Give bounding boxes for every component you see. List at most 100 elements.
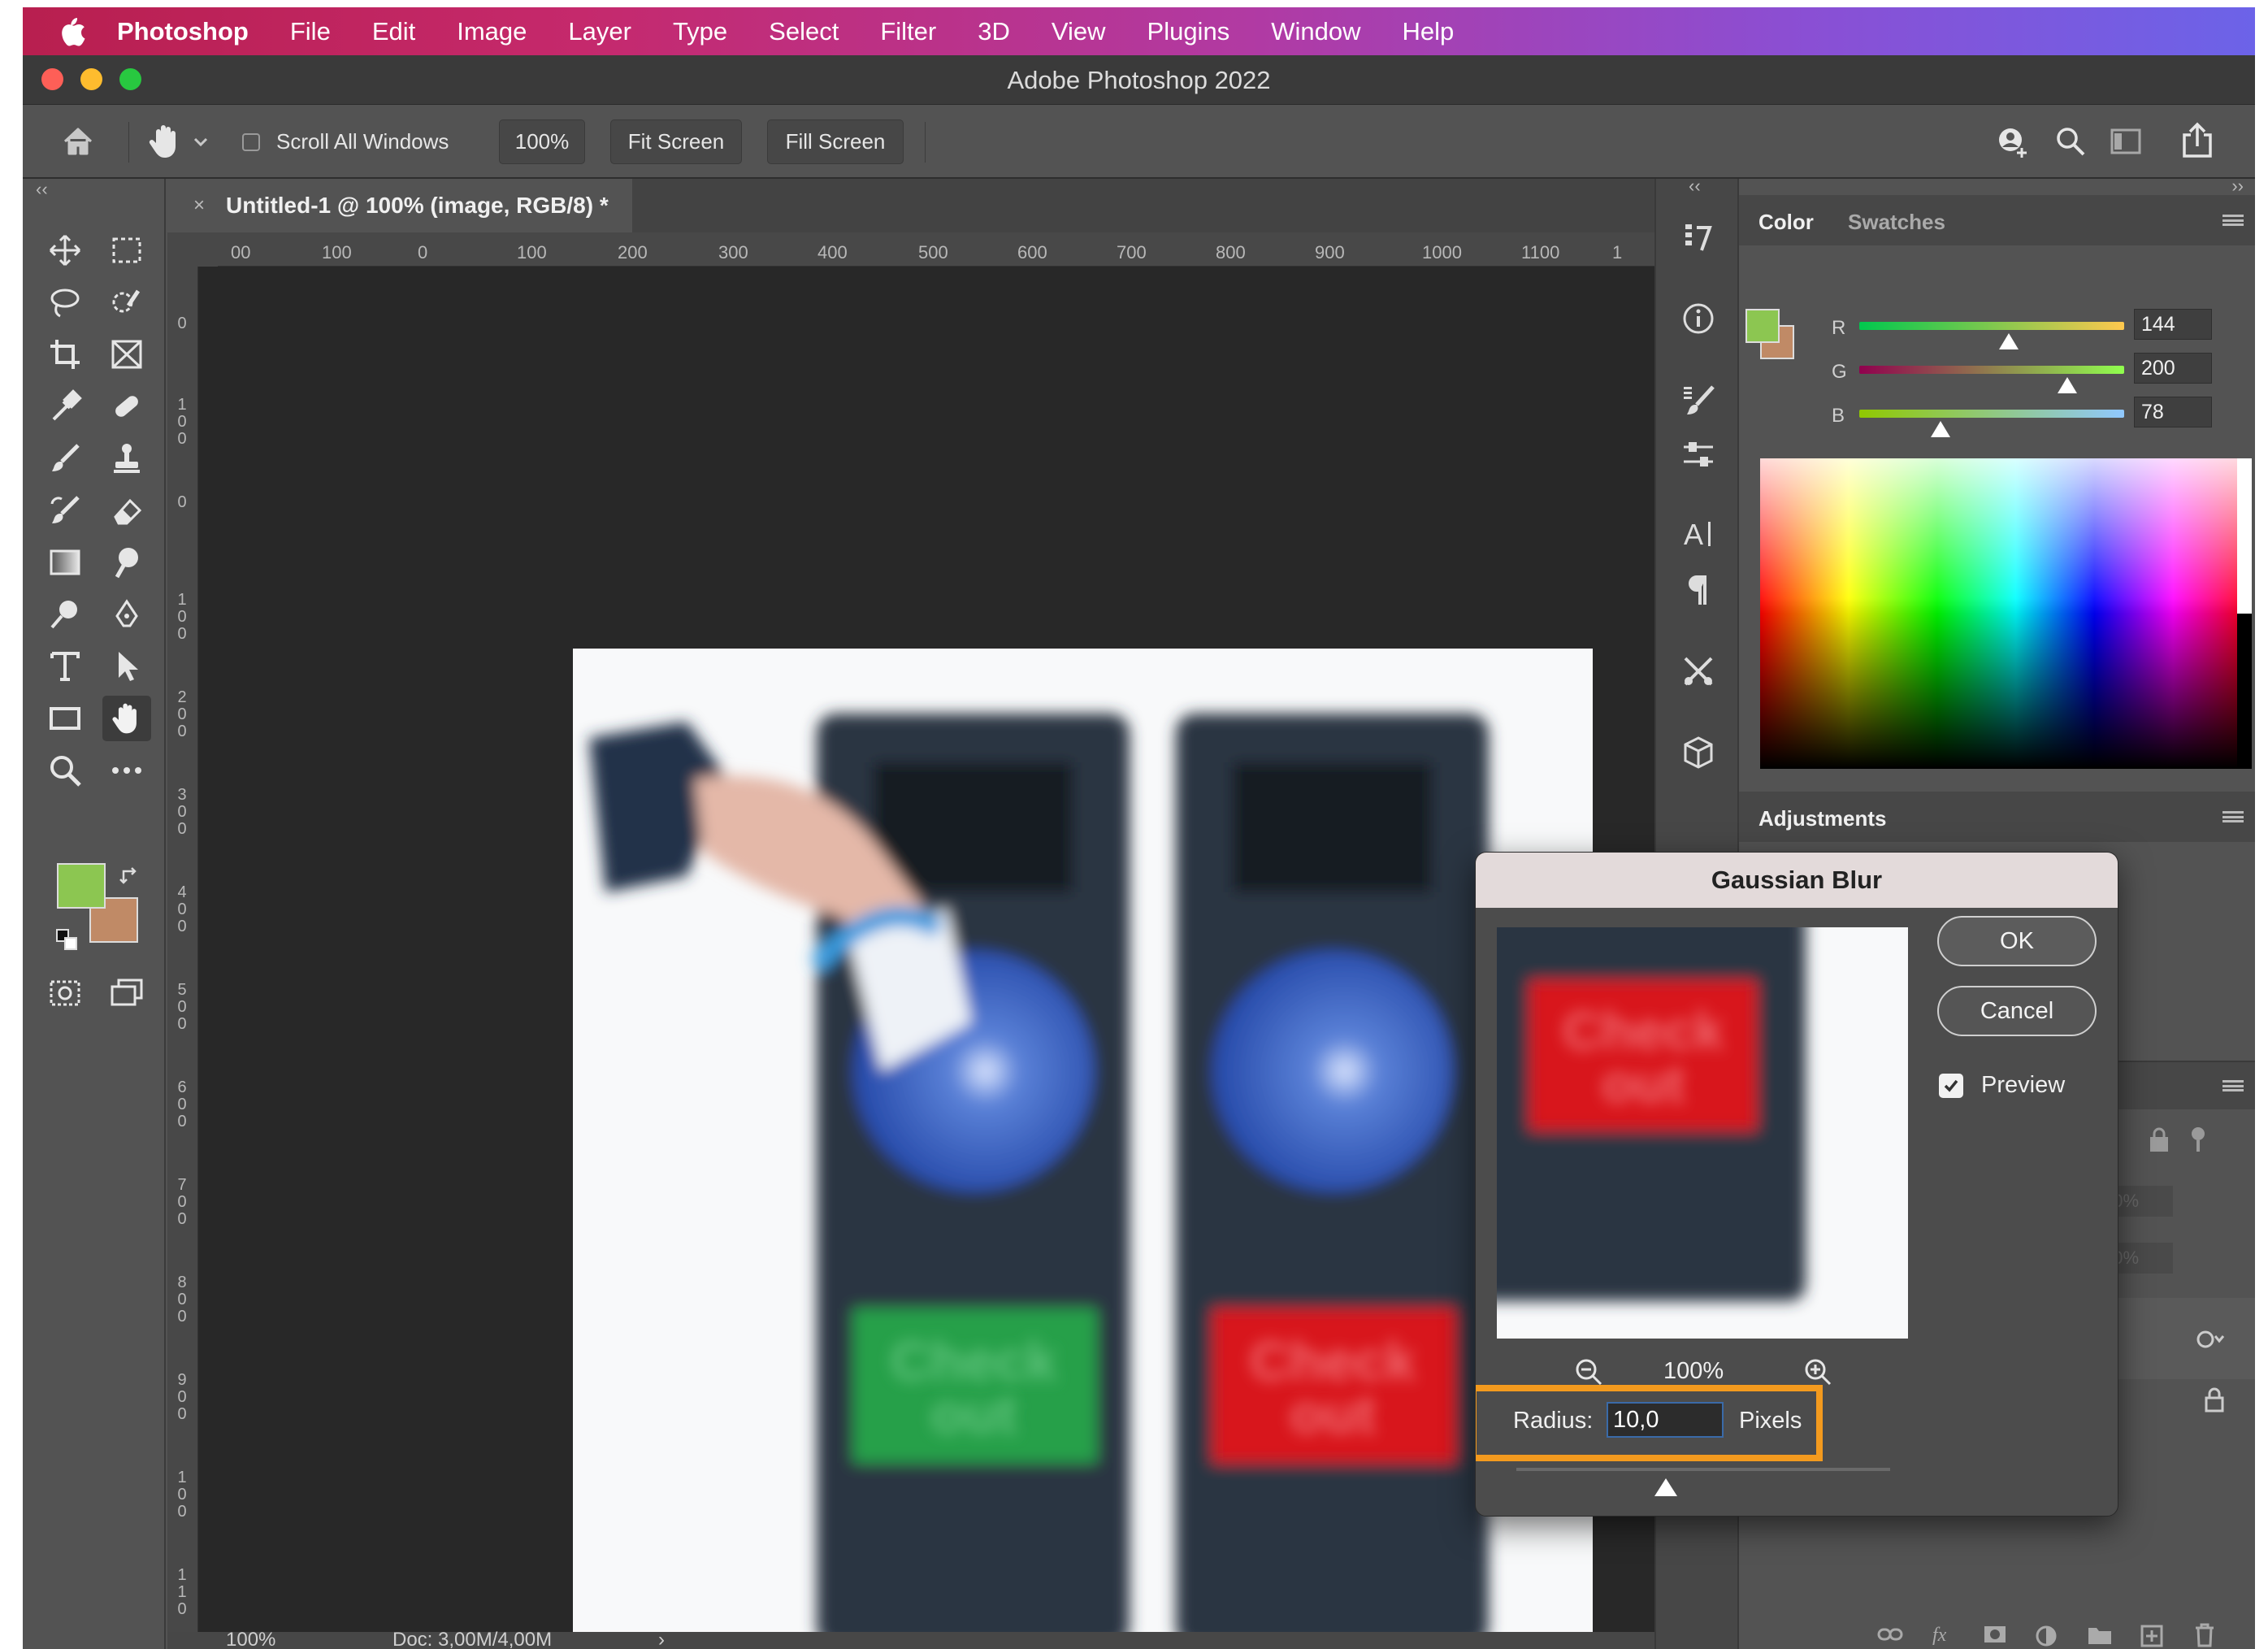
tools-presets-icon[interactable] xyxy=(1680,653,1716,689)
scroll-all-windows-checkbox[interactable] xyxy=(242,133,260,151)
black-white-ramp[interactable] xyxy=(2237,458,2252,769)
smudge-tool[interactable] xyxy=(102,540,151,585)
radius-slider[interactable] xyxy=(1516,1468,1890,1471)
pen-tool[interactable] xyxy=(102,592,151,637)
history-brush-tool[interactable] xyxy=(41,488,89,533)
healing-brush-tool[interactable] xyxy=(102,384,151,429)
zoom-out-icon[interactable] xyxy=(1573,1356,1604,1387)
new-group-icon[interactable] xyxy=(2087,1625,2113,1646)
close-tab-icon[interactable]: × xyxy=(193,194,205,217)
home-icon[interactable] xyxy=(60,124,96,159)
character-icon[interactable]: A xyxy=(1680,515,1716,551)
canvas-area[interactable]: Check out Check out xyxy=(198,267,1654,1649)
menu-3d[interactable]: 3D xyxy=(978,17,1010,46)
green-slider[interactable] xyxy=(1859,366,2124,374)
expand-panels-icon[interactable]: ›› xyxy=(2231,176,2244,197)
swap-colors-icon[interactable] xyxy=(119,865,141,887)
new-layer-icon[interactable] xyxy=(2140,1625,2163,1647)
zoom-in-icon[interactable] xyxy=(1802,1356,1833,1387)
rectangle-tool[interactable] xyxy=(41,696,89,741)
menu-plugins[interactable]: Plugins xyxy=(1147,17,1230,46)
menu-view[interactable]: View xyxy=(1052,17,1106,46)
collapse-strip-icon[interactable]: ‹‹ xyxy=(1689,176,1701,197)
red-slider-thumb[interactable] xyxy=(1999,333,2019,349)
blur-preview[interactable]: Check out xyxy=(1497,927,1908,1339)
radius-slider-thumb[interactable] xyxy=(1654,1478,1677,1496)
zoom-level-field[interactable]: 100% xyxy=(499,119,585,164)
fit-screen-button[interactable]: Fit Screen xyxy=(610,119,742,164)
menu-help[interactable]: Help xyxy=(1402,17,1454,46)
menu-image[interactable]: Image xyxy=(457,17,527,46)
link-layers-icon[interactable] xyxy=(1877,1625,1903,1644)
color-spectrum[interactable] xyxy=(1760,458,2252,769)
share-icon[interactable] xyxy=(2179,122,2215,159)
layer-mask-icon[interactable] xyxy=(1983,1625,2007,1644)
lock-brush-icon[interactable] xyxy=(2188,1126,2209,1153)
menu-edit[interactable]: Edit xyxy=(372,17,415,46)
cancel-button[interactable]: Cancel xyxy=(1937,986,2097,1036)
dodge-tool[interactable] xyxy=(41,592,89,637)
layers-menu-icon[interactable] xyxy=(2222,1080,2244,1091)
adjustments-title[interactable]: Adjustments xyxy=(1758,806,1886,831)
3d-cube-icon[interactable] xyxy=(1680,735,1716,770)
blue-value-field[interactable]: 78 xyxy=(2134,397,2212,427)
hand-tool[interactable] xyxy=(102,696,151,741)
default-colors-icon[interactable] xyxy=(55,928,78,951)
collapse-tools-icon[interactable]: ‹‹ xyxy=(36,179,48,200)
green-slider-thumb[interactable] xyxy=(2057,377,2077,393)
status-zoom[interactable]: 100% xyxy=(226,1629,275,1649)
hand-tool-icon[interactable] xyxy=(146,122,184,161)
quick-mask-tool[interactable] xyxy=(41,970,89,1016)
red-value-field[interactable]: 144 xyxy=(2134,309,2212,340)
layer-options-icon[interactable] xyxy=(2194,1327,2227,1352)
adjustments-menu-icon[interactable] xyxy=(2222,811,2244,822)
more-tools[interactable] xyxy=(102,748,151,793)
adjustment-layer-icon[interactable] xyxy=(2035,1625,2058,1647)
tab-color[interactable]: Color xyxy=(1758,210,1814,235)
frame-tool[interactable] xyxy=(102,332,151,377)
quick-selection-tool[interactable] xyxy=(102,280,151,325)
screen-mode-tool[interactable] xyxy=(102,970,151,1016)
adjustments-sliders-icon[interactable] xyxy=(1680,437,1716,473)
menu-file[interactable]: File xyxy=(290,17,331,46)
green-value-field[interactable]: 200 xyxy=(2134,353,2212,384)
document-tab[interactable]: × Untitled-1 @ 100% (image, RGB/8) * xyxy=(167,179,632,232)
blue-slider-thumb[interactable] xyxy=(1930,421,1950,437)
paragraph-icon[interactable] xyxy=(1680,572,1716,608)
gradient-tool[interactable] xyxy=(41,540,89,585)
menu-filter[interactable]: Filter xyxy=(880,17,936,46)
fill-screen-button[interactable]: Fill Screen xyxy=(767,119,904,164)
zoom-tool[interactable] xyxy=(41,748,89,793)
red-slider[interactable] xyxy=(1859,322,2124,330)
lock-position-icon[interactable] xyxy=(2147,1127,2171,1155)
menu-app-photoshop[interactable]: Photoshop xyxy=(117,17,249,46)
blue-slider[interactable] xyxy=(1859,410,2124,418)
eraser-tool[interactable] xyxy=(102,488,151,533)
menu-type[interactable]: Type xyxy=(673,17,727,46)
brush-tool[interactable] xyxy=(41,436,89,481)
workspace-icon[interactable] xyxy=(2110,127,2142,156)
vertical-ruler[interactable]: 0 1 0 0 0 1 0 0 2 0 0 3 0 0 4 0 0 5 0 0 6 0 0 7 0… xyxy=(167,267,198,1632)
marquee-tool[interactable] xyxy=(102,228,151,273)
horizontal-ruler[interactable]: 00 100 0 100 200 300 400 500 600 700 800 900 1000 110… xyxy=(218,232,1654,267)
eyedropper-tool[interactable] xyxy=(41,384,89,429)
info-icon[interactable] xyxy=(1680,301,1716,336)
clone-stamp-tool[interactable] xyxy=(102,436,151,481)
tab-swatches[interactable]: Swatches xyxy=(1848,210,1945,235)
crop-tool[interactable] xyxy=(41,332,89,377)
foreground-color-swatch[interactable] xyxy=(57,863,106,909)
color-panel-menu-icon[interactable] xyxy=(2222,215,2244,226)
history-icon[interactable] xyxy=(1680,219,1716,255)
menu-select[interactable]: Select xyxy=(769,17,839,46)
menu-window[interactable]: Window xyxy=(1271,17,1360,46)
ok-button[interactable]: OK xyxy=(1937,916,2097,966)
color-panel-foreground-swatch[interactable] xyxy=(1745,309,1780,343)
status-menu-arrow[interactable]: › xyxy=(658,1629,665,1649)
lasso-tool[interactable] xyxy=(41,280,89,325)
preview-checkbox[interactable] xyxy=(1939,1074,1963,1098)
type-tool[interactable] xyxy=(41,644,89,689)
chevron-down-icon[interactable] xyxy=(193,137,208,148)
search-icon[interactable] xyxy=(2054,125,2087,158)
path-selection-tool[interactable] xyxy=(102,644,151,689)
apple-icon[interactable] xyxy=(59,17,86,46)
